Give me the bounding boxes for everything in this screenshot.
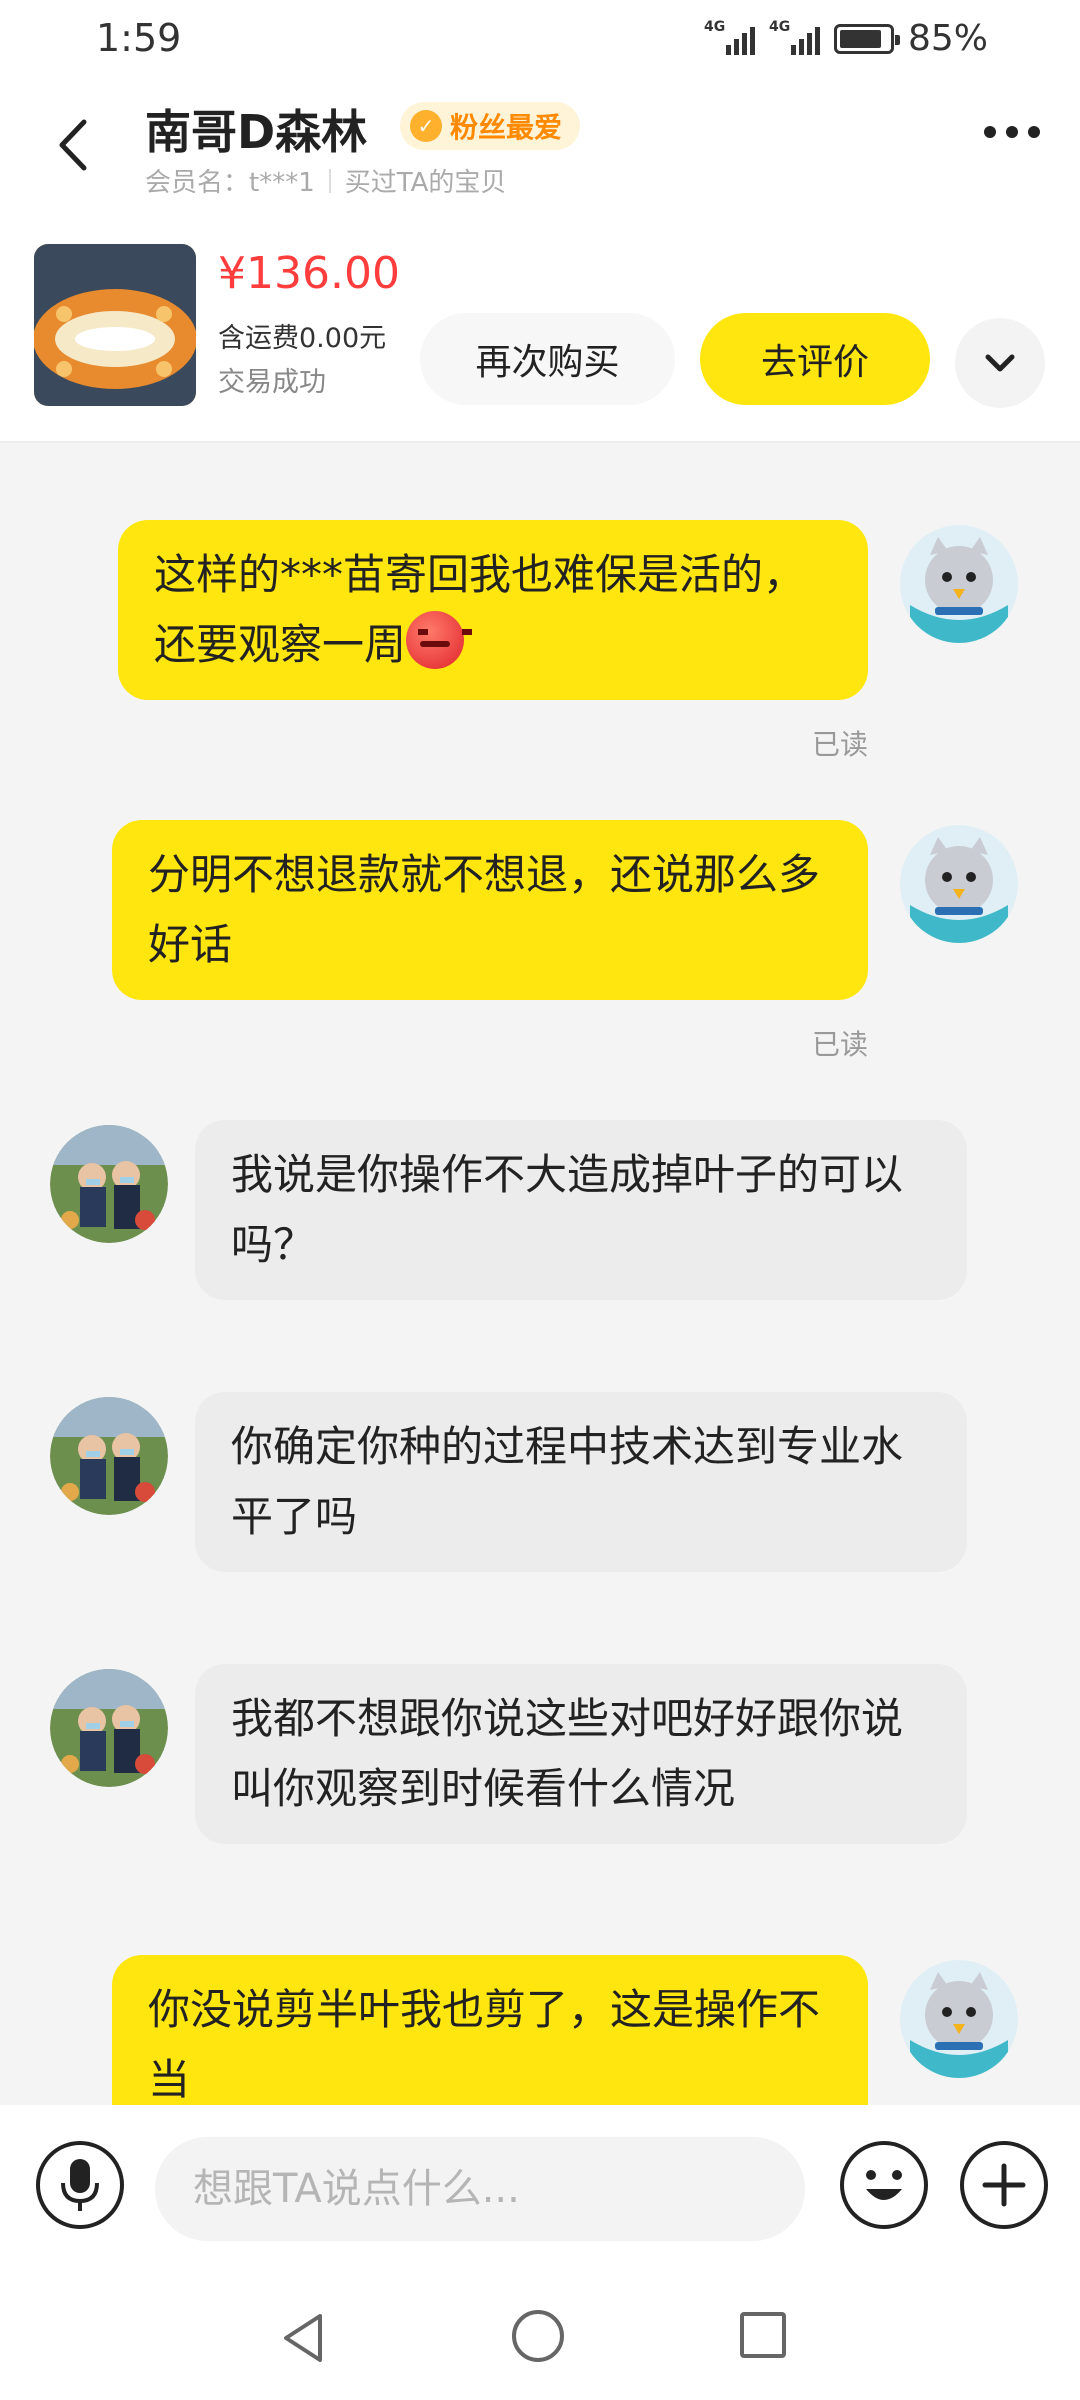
status-time: 1:59 [96,16,182,60]
more-actions-button[interactable] [960,2141,1048,2229]
seller-avatar[interactable] [50,1397,168,1515]
nav-back-icon[interactable] [280,2312,326,2364]
message-bubble-incoming[interactable]: 我说是你操作不大造成掉叶子的可以吗？ [195,1120,967,1300]
chat-header: 南哥D森林 ✓ 粉丝最爱 会员名：t***1 买过TA的宝贝 [0,80,1080,208]
message-list[interactable]: 这样的***苗寄回我也难保是活的，还要观察一周 已读 分明不想退款就不想退，还说… [0,445,1080,2105]
order-card: ¥136.00 含运费0.00元 交易成功 再次购买 去评价 [0,208,1080,443]
battery-icon [833,23,900,54]
bought-items-link[interactable]: 买过TA的宝贝 [345,162,507,199]
divider [328,168,331,193]
message-text: 分明不想退款就不想退，还说那么多好话 [148,850,821,969]
member-name: 会员名：t***1 [145,168,315,198]
fan-favorite-badge: ✓ 粉丝最爱 [400,102,581,150]
order-status: 交易成功 [218,367,326,398]
network-type-label: 4G [768,18,791,35]
message-text: 我都不想跟你说这些对吧好好跟你说叫你观察到时候看什么情况 [231,1694,904,1813]
message-bubble-incoming[interactable]: 我都不想跟你说这些对吧好好跟你说叫你观察到时候看什么情况 [195,1664,967,1844]
message-text: 你没说剪半叶我也剪了，这是操作不当 [148,1985,821,2104]
shop-name[interactable]: 南哥D森林 [145,96,367,162]
signal-icon: 4G [769,19,820,55]
message-text: 我说是你操作不大造成掉叶子的可以吗？ [231,1150,904,1269]
message-input[interactable] [155,2137,805,2241]
chevron-left-icon [59,119,87,171]
signal-icon: 4G [704,19,755,55]
read-receipt: 已读 [812,728,869,761]
message-bubble-outgoing[interactable]: 这样的***苗寄回我也难保是活的，还要观察一周 [118,520,868,700]
badge-label: 粉丝最爱 [450,111,563,144]
order-price: ¥136.00 [218,248,400,299]
nav-home-icon[interactable] [512,2310,564,2362]
my-avatar[interactable] [900,525,1018,643]
write-review-button[interactable]: 去评价 [700,313,930,405]
read-receipt: 已读 [812,1028,869,1061]
plus-icon [982,2163,1026,2207]
status-icons: 4G 4G 85% [704,18,988,59]
badge-icon: ✓ [410,110,442,142]
back-button[interactable] [50,110,100,180]
emoji-button[interactable] [840,2141,928,2229]
battery-percent: 85% [907,18,988,59]
system-nav-bar [0,2280,1080,2400]
seller-avatar[interactable] [50,1669,168,1787]
header-subtitle: 会员名：t***1 买过TA的宝贝 [145,162,506,199]
seller-avatar[interactable] [50,1125,168,1243]
status-bar: 1:59 4G 4G 85% [0,0,1080,80]
message-bubble-outgoing[interactable]: 分明不想退款就不想退，还说那么多好话 [112,820,868,1000]
message-bubble-incoming[interactable]: 你确定你种的过程中技术达到专业水平了吗 [195,1392,967,1572]
voice-input-button[interactable] [36,2141,124,2229]
nav-recents-icon[interactable] [740,2312,786,2358]
buy-again-button[interactable]: 再次购买 [420,313,675,405]
message-text: 你确定你种的过程中技术达到专业水平了吗 [231,1422,904,1541]
message-bubble-outgoing[interactable]: 你没说剪半叶我也剪了，这是操作不当 [112,1955,868,2105]
my-avatar[interactable] [900,825,1018,943]
smiley-icon [866,2170,902,2200]
message-text: 这样的***苗寄回我也难保是活的，还要观察一周 [154,550,806,669]
product-thumbnail[interactable] [34,244,196,406]
message-input-bar [0,2105,1080,2280]
angry-face-icon [406,611,473,669]
my-avatar[interactable] [900,1960,1018,2078]
expand-order-button[interactable] [955,318,1045,408]
shipping-info: 含运费0.00元 [218,323,387,354]
network-type-label: 4G [703,18,726,35]
chevron-down-icon [985,354,1015,372]
more-options-icon[interactable] [984,126,1040,138]
microphone-icon [61,2159,99,2211]
